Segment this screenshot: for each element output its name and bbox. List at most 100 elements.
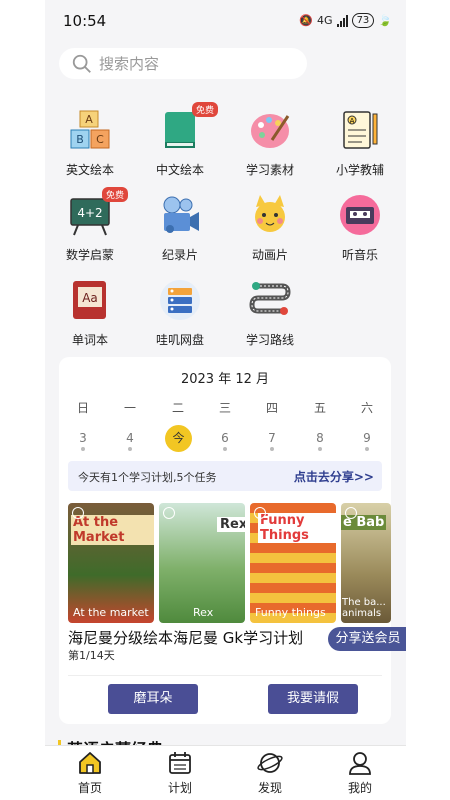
select-circle[interactable]	[72, 507, 84, 519]
calendar-today[interactable]: 今	[165, 425, 192, 452]
search-placeholder: 搜索内容	[99, 55, 160, 73]
plan-title: 海尼曼分级绘本海尼曼 Gk学习计划	[68, 629, 304, 647]
book-card[interactable]: e Bab The ba... animals	[341, 503, 391, 623]
route-icon	[248, 278, 292, 322]
calendar-date[interactable]: 9	[352, 431, 382, 445]
cartoon-cat-icon	[248, 193, 292, 237]
listen-button[interactable]: 磨耳朵	[108, 684, 198, 714]
grid-item-label: 中文绘本	[155, 163, 204, 177]
grid-item-label: 纪录片	[161, 248, 198, 262]
mute-icon: 🔕	[299, 14, 314, 27]
search-icon	[72, 54, 91, 73]
bottom-tab-bar: 首页 计划 发现 我的	[45, 745, 406, 800]
tab-mine[interactable]: 我的	[330, 750, 390, 796]
tab-discover[interactable]: 发现	[240, 750, 300, 796]
search-input[interactable]: 搜索内容	[59, 48, 307, 79]
request-leave-button[interactable]: 我要请假	[268, 684, 358, 714]
date-dot	[223, 447, 227, 451]
tab-home[interactable]: 首页	[60, 750, 120, 796]
grid-item-wordbook[interactable]: Aa 单词本	[45, 278, 135, 348]
book-cover-title: Funny Things	[258, 513, 336, 543]
home-icon	[79, 752, 101, 774]
weekday-label: 六	[360, 401, 373, 415]
calendar-icon	[169, 752, 191, 774]
date-dot	[365, 447, 369, 451]
grid-item-label: 动画片	[251, 248, 288, 262]
film-camera-icon	[158, 193, 202, 237]
divider	[68, 675, 382, 676]
book-cover-title: Rex	[217, 517, 245, 532]
svg-text:B: B	[76, 133, 84, 146]
network-label: 4G	[317, 14, 333, 27]
tab-label: 我的	[347, 781, 372, 795]
grid-item-learning-path[interactable]: 学习路线	[225, 278, 315, 348]
calendar-date[interactable]: 3	[68, 431, 98, 445]
calendar-date[interactable]: 8	[305, 431, 335, 445]
calendar-date[interactable]: 6	[210, 431, 240, 445]
grid-item-music[interactable]: 听音乐	[315, 193, 405, 263]
calendar-date[interactable]: 4	[115, 431, 145, 445]
app-screen: 10:54 🔕 4G 73 🍃 搜索内容 ABC 英文绘本 免费 中文绘本 学习…	[45, 0, 406, 800]
weekday-label: 四	[265, 401, 278, 415]
book-icon: 免费	[158, 102, 218, 152]
status-time: 10:54	[63, 12, 107, 30]
svg-text:A: A	[85, 113, 93, 126]
status-icons: 🔕 4G 73 🍃	[299, 13, 392, 28]
grid-item-documentary[interactable]: 纪录片	[135, 193, 225, 263]
share-member-badge[interactable]: 分享送会员	[328, 627, 406, 651]
date-dot	[128, 447, 132, 451]
grid-item-english-books[interactable]: ABC 英文绘本	[45, 108, 135, 178]
book-card[interactable]: Funny Things Funny things	[250, 503, 336, 623]
date-dot	[270, 447, 274, 451]
grid-item-chinese-books[interactable]: 免费 中文绘本	[135, 102, 225, 178]
leaf-icon: 🍃	[378, 14, 392, 27]
weekday-label: 二	[171, 401, 184, 415]
tab-plan[interactable]: 计划	[150, 750, 210, 796]
weekday-label: 三	[218, 401, 231, 415]
date-dot	[81, 447, 85, 451]
tab-label: 发现	[257, 781, 282, 795]
svg-text:C: C	[96, 133, 104, 146]
abc-blocks-icon: ABC	[68, 108, 112, 152]
exam-paper-icon: A	[338, 108, 382, 152]
book-card[interactable]: At the Market At the market	[68, 503, 154, 623]
select-circle[interactable]	[254, 507, 266, 519]
book-title: Rex	[193, 606, 214, 619]
grid-item-label: 哇叽网盘	[155, 333, 204, 347]
select-circle[interactable]	[345, 507, 357, 519]
grid-item-cloud-drive[interactable]: 哇叽网盘	[135, 278, 225, 348]
book-title: At the market	[73, 606, 149, 619]
book-card[interactable]: Rex Rex	[159, 503, 245, 623]
server-icon	[158, 278, 202, 322]
weekday-label: 五	[313, 401, 326, 415]
calendar-month: 2023 年 12 月	[180, 372, 270, 387]
user-icon	[349, 752, 371, 775]
calendar-date[interactable]: 7	[257, 431, 287, 445]
grid-item-learning-materials[interactable]: 学习素材	[225, 108, 315, 178]
grid-item-cartoon[interactable]: 动画片	[225, 193, 315, 263]
plan-day-progress: 第1/14天	[68, 649, 115, 662]
select-circle[interactable]	[163, 507, 175, 519]
grid-item-primary-tutoring[interactable]: A 小学教辅	[315, 108, 405, 178]
grid-item-math[interactable]: 4+2 免费 数学启蒙	[45, 187, 135, 263]
svg-text:A: A	[350, 117, 355, 125]
tab-label: 计划	[167, 781, 192, 795]
date-dot	[318, 447, 322, 451]
plan-summary: 今天有1个学习计划,5个任务	[78, 471, 217, 484]
battery-icon: 73	[351, 13, 375, 28]
tab-label: 首页	[77, 781, 102, 795]
book-carousel[interactable]: At the Market At the market Rex Rex Funn…	[68, 503, 391, 623]
study-plan-card: 2023 年 12 月 日 一 二 三 四 五 六 3 4 今 6 7 8 9 …	[59, 357, 391, 724]
cassette-icon	[338, 193, 382, 237]
dictionary-icon: Aa	[68, 278, 112, 322]
plan-summary-bar: 今天有1个学习计划,5个任务 点击去分享>>	[68, 461, 382, 491]
grid-item-label: 学习素材	[245, 163, 294, 177]
book-title: The ba... animals	[342, 597, 386, 619]
weekday-label: 日	[76, 401, 89, 415]
grid-item-label: 听音乐	[341, 248, 378, 262]
blackboard-icon: 4+2 免费	[68, 187, 128, 237]
book-cover-title: At the Market	[71, 515, 154, 545]
share-link[interactable]: 点击去分享>>	[294, 468, 374, 485]
grid-item-label: 小学教辅	[335, 163, 384, 177]
signal-icon	[336, 14, 348, 27]
